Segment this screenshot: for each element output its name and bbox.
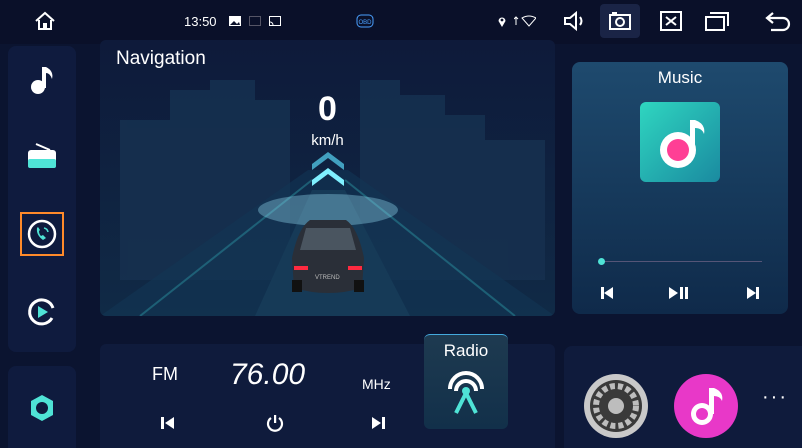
radio-band: FM xyxy=(152,364,178,384)
radio-next-button[interactable] xyxy=(370,416,386,430)
speed-value: 0 xyxy=(318,90,337,128)
music-play-pause-button[interactable] xyxy=(668,286,690,300)
music-shortcut-icon[interactable] xyxy=(26,64,58,96)
volume-icon[interactable] xyxy=(560,8,590,34)
radio-antenna-icon xyxy=(444,367,488,417)
radio-shortcut-icon[interactable] xyxy=(26,140,58,172)
close-app-icon[interactable] xyxy=(656,8,686,34)
apps-panel: ··· xyxy=(564,346,802,448)
location-icon xyxy=(496,8,508,34)
progress-track[interactable] xyxy=(602,261,762,262)
car-badge: VTREND xyxy=(315,275,340,281)
recent-apps-icon[interactable] xyxy=(702,8,732,34)
radio-frequency: 76.00 xyxy=(230,358,306,391)
music-title: Music xyxy=(657,68,703,87)
media-shortcut-icon[interactable] xyxy=(26,296,58,328)
music-prev-button[interactable] xyxy=(600,286,614,300)
clock: 13:50 xyxy=(184,14,217,29)
status-bar: 13:50 OBD xyxy=(0,0,802,44)
album-art xyxy=(640,102,720,182)
radio-panel: FM 76.00 MHz Radio xyxy=(100,334,555,448)
cast-icon xyxy=(268,8,282,34)
radio-prev-button[interactable] xyxy=(160,416,176,430)
music-next-button[interactable] xyxy=(746,286,760,300)
phone-shortcut-icon[interactable] xyxy=(20,212,64,256)
progress-knob[interactable] xyxy=(598,258,605,265)
back-icon[interactable] xyxy=(760,8,794,34)
navigation-title: Navigation xyxy=(116,48,206,69)
settings-shortcut-icon[interactable] xyxy=(26,392,58,424)
radio-unit: MHz xyxy=(362,376,391,392)
settings-app-icon[interactable] xyxy=(582,372,650,440)
sidebar-lower xyxy=(8,366,76,448)
radio-tile[interactable]: Radio xyxy=(424,334,508,429)
more-apps-button[interactable]: ··· xyxy=(762,386,788,409)
image-icon xyxy=(228,8,242,34)
sidebar xyxy=(8,46,76,352)
music-panel[interactable]: Music xyxy=(572,62,788,314)
sd-card-icon xyxy=(248,8,262,34)
screenshot-icon[interactable] xyxy=(600,4,640,38)
radio-power-button[interactable] xyxy=(266,414,284,432)
navigation-panel[interactable]: Navigation 0 km/h VTREND xyxy=(100,40,555,316)
home-icon[interactable] xyxy=(30,8,60,34)
speed-unit: km/h xyxy=(311,132,344,149)
svg-text:OBD: OBD xyxy=(358,20,372,26)
radio-tile-label: Radio xyxy=(443,341,489,360)
wifi-icon xyxy=(512,8,538,34)
obd-icon: OBD xyxy=(355,8,375,34)
music-app-icon[interactable] xyxy=(672,372,740,440)
